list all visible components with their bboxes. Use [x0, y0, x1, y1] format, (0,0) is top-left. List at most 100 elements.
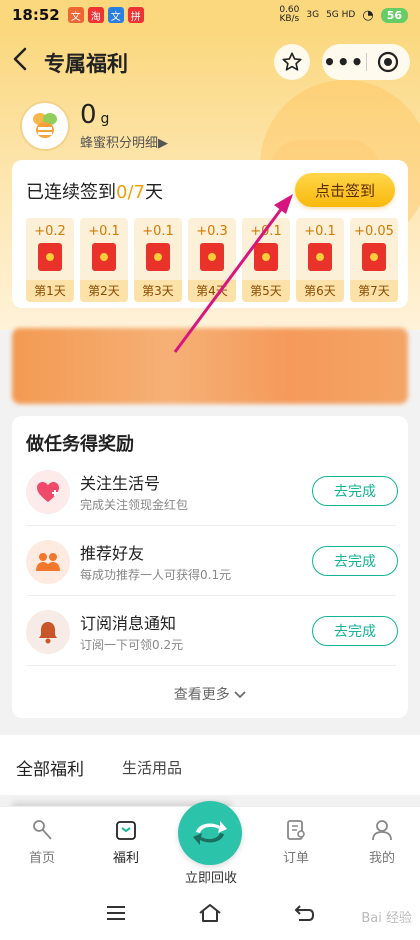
- battery-icon: 56: [380, 7, 408, 23]
- back-nav-icon[interactable]: [293, 904, 315, 926]
- menu-icon[interactable]: [105, 905, 127, 925]
- checkin-button[interactable]: 点击签到: [295, 173, 395, 207]
- day-label: 第1天: [26, 280, 74, 302]
- day-label: 第6天: [296, 280, 344, 302]
- close-miniprogram-icon[interactable]: [366, 51, 410, 73]
- day-reward: +0.1: [142, 224, 174, 239]
- points-unit: g: [100, 111, 110, 127]
- orders-icon: [283, 817, 309, 843]
- checkin-day-2: +0.1 第2天: [80, 218, 128, 302]
- day-reward: +0.2: [34, 224, 66, 239]
- checkin-day-7: +0.05 第7天: [350, 218, 398, 302]
- nav-bar: 专属福利 •••: [0, 40, 420, 84]
- points-summary: 0g 蜂蜜积分明细▶: [20, 100, 168, 151]
- day-label: 第7天: [350, 280, 398, 302]
- tab-mine[interactable]: 我的: [352, 817, 412, 866]
- checkin-day-5: +0.1 第5天: [242, 218, 290, 302]
- tab-label: 我的: [368, 851, 395, 866]
- checkin-day-1: +0.2 第1天: [26, 218, 74, 302]
- checkin-status: 已连续签到0/7天: [26, 178, 163, 204]
- checkin-card: 已连续签到0/7天 点击签到 +0.2 第1天 +0.1 第2天 +0.1 第3天 +…: [12, 160, 408, 308]
- red-packet-icon: [92, 243, 116, 271]
- see-more-label: 查看更多: [173, 687, 230, 703]
- recycle-button[interactable]: [178, 801, 242, 865]
- red-packet-icon: [38, 243, 62, 271]
- promo-banner[interactable]: [12, 328, 408, 404]
- task-complete-button[interactable]: 去完成: [312, 476, 398, 506]
- task-complete-button[interactable]: 去完成: [312, 546, 398, 576]
- gift-icon: [113, 817, 139, 843]
- task-card: 做任务得奖励 关注生活号 完成关注领现金红包 去完成 推荐好友 每成功推荐一人可…: [12, 416, 408, 718]
- task-row-follow: 关注生活号 完成关注领现金红包 去完成: [26, 466, 398, 526]
- watermark: Bai 经验: [361, 911, 412, 926]
- task-name: 推荐好友: [80, 544, 145, 563]
- tab-all-welfare[interactable]: 全部福利: [16, 755, 84, 780]
- checkin-days: +0.2 第1天 +0.1 第2天 +0.1 第3天 +0.3 第4天 +0.1 第5天 …: [26, 218, 398, 302]
- day-reward: +0.3: [196, 224, 228, 239]
- status-time: 18:52: [12, 6, 60, 24]
- red-packet-icon: [200, 243, 224, 271]
- tab-label: 订单: [282, 851, 309, 866]
- status-indicators: 0.60 KB/s 3G 5G HD ◔ 56: [279, 6, 408, 24]
- day-reward: +0.05: [354, 224, 394, 239]
- notification-icon: 文: [67, 7, 84, 23]
- home-nav-icon[interactable]: [198, 903, 222, 927]
- red-packet-icon: [146, 243, 170, 271]
- day-reward: +0.1: [304, 224, 336, 239]
- notification-icon: 文: [107, 7, 124, 23]
- star-icon: [282, 52, 302, 71]
- recycle-icon: [193, 821, 227, 845]
- bottom-tab-bar: 首页 福利 立即回收 订单 我的: [0, 801, 420, 890]
- status-app-icons: 文 淘 文 拼: [67, 7, 144, 23]
- net-speed: 0.60 KB/s: [279, 5, 300, 24]
- chevron-down-icon: [234, 687, 246, 703]
- checkin-day-3: +0.1 第3天: [134, 218, 182, 302]
- people-icon: [26, 540, 70, 584]
- bee-logo-icon: [20, 100, 70, 151]
- task-complete-button[interactable]: 去完成: [312, 616, 398, 646]
- heart-icon: [26, 470, 70, 514]
- favorite-button[interactable]: [274, 44, 310, 80]
- signal-5g: 5G HD: [326, 10, 356, 20]
- checkin-day-6: +0.1 第6天: [296, 218, 344, 302]
- task-row-referral: 推荐好友 每成功推荐一人可获得0.1元 去完成: [26, 536, 398, 596]
- mini-program-capsule: •••: [322, 44, 410, 80]
- day-label: 第3天: [134, 280, 182, 302]
- task-row-subscribe: 订阅消息通知 订阅一下可领0.2元 去完成: [26, 606, 398, 666]
- system-nav-bar: [0, 890, 420, 940]
- red-packet-icon: [254, 243, 278, 271]
- tab-orders[interactable]: 订单: [266, 817, 326, 866]
- points-detail-link[interactable]: 蜂蜜积分明细▶: [80, 132, 168, 151]
- more-icon[interactable]: •••: [322, 50, 366, 74]
- task-desc: 每成功推荐一人可获得0.1元: [80, 568, 232, 582]
- back-icon[interactable]: [12, 46, 40, 78]
- day-label: 第4天: [188, 280, 236, 302]
- tab-welfare[interactable]: 福利: [96, 817, 156, 866]
- bell-icon: [26, 610, 70, 654]
- page-title: 专属福利: [44, 52, 128, 76]
- red-packet-icon: [308, 243, 332, 271]
- task-name: 关注生活号: [80, 474, 161, 493]
- signal-3g: 3G: [306, 10, 320, 20]
- points-value: 0: [80, 100, 97, 130]
- see-more-link[interactable]: 查看更多: [12, 684, 408, 704]
- recycle-label[interactable]: 立即回收: [172, 867, 250, 886]
- checkin-suffix: 天: [144, 182, 163, 203]
- day-label: 第2天: [80, 280, 128, 302]
- checkin-day-4: +0.3 第4天: [188, 218, 236, 302]
- checkin-prefix: 已连续签到: [26, 182, 116, 203]
- category-tabs: 全部福利 生活用品: [0, 735, 420, 795]
- tab-label: 福利: [112, 851, 139, 866]
- tab-home[interactable]: 首页: [12, 817, 72, 866]
- task-heading: 做任务得奖励: [26, 434, 134, 455]
- task-name: 订阅消息通知: [80, 614, 177, 633]
- day-reward: +0.1: [88, 224, 120, 239]
- wifi-icon: ◔: [362, 7, 374, 23]
- home-icon: [29, 817, 55, 843]
- points-text: 0g 蜂蜜积分明细▶: [80, 100, 168, 151]
- day-label: 第5天: [242, 280, 290, 302]
- tab-daily-goods[interactable]: 生活用品: [122, 757, 182, 778]
- task-desc: 完成关注领现金红包: [80, 498, 189, 512]
- red-packet-icon: [362, 243, 386, 271]
- pinduoduo-icon: 拼: [127, 7, 144, 23]
